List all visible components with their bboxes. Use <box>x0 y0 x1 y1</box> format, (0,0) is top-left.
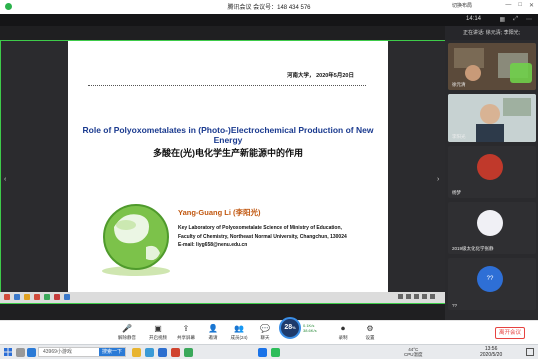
fullscreen-icon[interactable]: ⤢ <box>513 16 518 23</box>
task-view-icon[interactable] <box>16 348 25 357</box>
share-border-left <box>0 40 1 304</box>
camera-off-icon: ▣ <box>154 324 162 333</box>
switch-layout-button[interactable]: 切换布局 <box>452 2 472 9</box>
speed-value: 28 <box>284 324 293 331</box>
settings-button[interactable]: ⚙ 设置 <box>354 324 386 341</box>
close-icon[interactable]: ✕ <box>529 2 534 9</box>
participant-tile[interactable]: 徐元清 <box>448 43 536 90</box>
slide-toolbar-strip <box>68 41 388 57</box>
app-icon <box>4 294 10 300</box>
wechat-icon[interactable] <box>271 348 280 357</box>
app-icon[interactable] <box>184 348 193 357</box>
app-icon[interactable] <box>145 348 154 357</box>
participant-name: 2019级太化化学张静 <box>452 246 494 251</box>
next-page-icon[interactable]: › <box>437 176 439 183</box>
avatar <box>477 210 503 236</box>
participant-tile[interactable]: 李阳光 <box>448 94 536 142</box>
cpu-temp-label: CPU温度 <box>404 352 423 357</box>
speed-gauge[interactable]: 28% <box>279 317 301 339</box>
tray-icon <box>398 294 403 299</box>
more-icon[interactable]: ⋯ <box>526 16 532 23</box>
app-icon <box>44 294 50 300</box>
speaking-indicator: 正在讲话: 徐元清; 李阳光; <box>445 26 538 40</box>
record-icon: ⏺ <box>341 324 345 333</box>
browser-icon[interactable] <box>27 348 36 357</box>
slide-date-line: 河南大学， 2020年5月20日 <box>287 73 354 79</box>
slide-affiliation: Key Laboratory of Polyoxometalate Scienc… <box>178 224 347 250</box>
tray-icon <box>430 294 435 299</box>
slide-english-title: Role of Polyoxometalates in (Photo-)Elec… <box>82 125 374 145</box>
avatar: ?? <box>477 266 503 292</box>
participant-name: ?? <box>452 303 458 308</box>
affiliation-line: Key Laboratory of Polyoxometalate Scienc… <box>178 225 342 231</box>
shared-screen-taskbar <box>0 292 445 303</box>
chat-label: 聊天 <box>260 335 270 340</box>
participant-tile[interactable]: 2019级太化化学张静 <box>448 202 536 254</box>
shared-taskbar-tray <box>398 294 435 299</box>
members-icon: 👥 <box>234 324 244 333</box>
minimize-icon[interactable]: — <box>505 2 511 9</box>
app-icon <box>24 294 30 300</box>
meeting-toolbar: 🎤 解除静音 ▣ 开启视频 ⇪ 共享屏幕 👤 邀请 👥 成员(24) 💬 聊天 … <box>0 317 538 344</box>
window-controls: — □ ✕ <box>505 2 534 9</box>
search-button[interactable]: 搜索一下 <box>98 348 125 356</box>
participant-tile[interactable]: 杨梦 <box>448 146 536 198</box>
tray-icon <box>422 294 427 299</box>
clock-date: 2020/5/20 <box>480 352 503 358</box>
window-titlebar: 腾讯会议 会议号：148 434 576 切换布局 — □ ✕ <box>0 0 538 14</box>
tray-icon <box>414 294 419 299</box>
cpu-temp: 44°C CPU温度 <box>404 347 423 357</box>
affiliation-line: E-mail: liyg658@nenu.edu.cn <box>178 242 248 248</box>
participant-name: 徐元清 <box>452 82 466 87</box>
mic-muted-icon: 🎤 <box>122 324 132 333</box>
grid-view-icon[interactable]: ▦ <box>500 16 506 23</box>
unmute-label: 解除静音 <box>118 335 136 340</box>
leave-meeting-button[interactable]: 离开会议 <box>495 327 525 339</box>
app-icon <box>64 294 70 300</box>
slide-author: Yang-Guang Li (李阳光) <box>178 208 261 217</box>
participant-name: 杨梦 <box>452 190 461 195</box>
presentation-slide: 河南大学， 2020年5月20日 Role of Polyoxometalate… <box>68 57 388 293</box>
app-icon[interactable] <box>158 348 167 357</box>
slide-divider <box>88 85 366 86</box>
share-screen-icon: ⇪ <box>182 324 190 333</box>
tray-icon <box>406 294 411 299</box>
search-text: 43969小游戏 <box>43 349 72 355</box>
meeting-topbar-icons: ▦ ⤢ ⋯ <box>500 16 532 23</box>
speed-unit: % <box>292 325 296 330</box>
meeting-topbar: 14:14 ▦ ⤢ ⋯ <box>0 14 538 26</box>
participant-tile[interactable]: ?? ?? <box>448 258 536 310</box>
app-icon[interactable] <box>171 348 180 357</box>
tencent-meeting-icon[interactable] <box>258 348 267 357</box>
participant-panel: 正在讲话: 徐元清; 李阳光; 徐元清 李阳光 杨梦 2019级太化化学张静 ?… <box>445 26 538 320</box>
app-icon <box>54 294 60 300</box>
participant-name: 李阳光 <box>452 134 466 139</box>
network-speed: 0.1K/s 38.6K/s <box>303 323 317 333</box>
maximize-icon[interactable]: □ <box>518 2 522 9</box>
system-clock[interactable]: 13:56 2020/5/20 <box>480 346 502 358</box>
meeting-clock: 14:14 <box>465 16 481 22</box>
shared-taskbar-icons <box>4 294 70 300</box>
unmute-button[interactable]: 🎤 解除静音 <box>111 324 143 341</box>
previous-page-icon[interactable]: ‹ <box>4 176 6 183</box>
net-down: 38.6K/s <box>303 328 317 333</box>
taskbar-search[interactable]: 43969小游戏 搜索一下 <box>38 347 126 357</box>
slide-chinese-title: 多酸在(光)电化学生产新能源中的作用 <box>153 148 303 158</box>
notification-icon[interactable] <box>526 348 534 356</box>
settings-icon: ⚙ <box>366 324 374 333</box>
folder-icon[interactable] <box>132 348 141 357</box>
windows-taskbar: 43969小游戏 搜索一下 44°C CPU温度 13:56 2020/5/20 <box>0 344 538 359</box>
windows-start-icon[interactable] <box>4 348 12 356</box>
avatar <box>477 154 503 180</box>
share-border-bottom <box>0 303 445 304</box>
chat-icon: 💬 <box>260 324 270 333</box>
app-icon <box>14 294 20 300</box>
chat-button[interactable]: 💬 聊天 <box>249 324 281 341</box>
app-icon <box>34 294 40 300</box>
settings-label: 设置 <box>365 335 375 340</box>
affiliation-line: Faculty of Chemistry, Northeast Normal U… <box>178 233 347 240</box>
green-globe-image <box>102 204 170 276</box>
invite-icon: 👤 <box>208 324 218 333</box>
